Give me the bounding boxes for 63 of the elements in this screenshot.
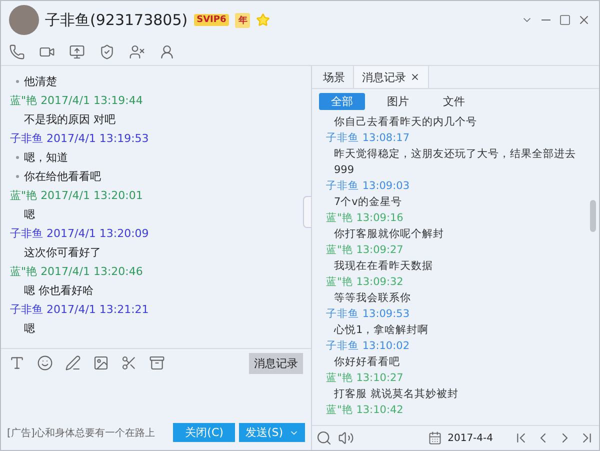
font-icon[interactable]: [9, 355, 25, 371]
message-header: 蓝"艳 13:09:32: [326, 275, 404, 290]
message-header: 子非鱼 2017/4/1 13:21:21: [10, 302, 150, 318]
collapse-handle[interactable]: [303, 196, 311, 228]
message-text: 昨天觉得稳定，这朋友还玩了大号，结果全部进去999: [333, 147, 577, 178]
message-header: 蓝"艳 13:09:27: [326, 243, 404, 258]
message-header: 子非鱼 13:08:17: [326, 131, 411, 146]
message-text: 我现在在看昨天数据: [333, 259, 434, 274]
scrollbar-thumb[interactable]: [590, 200, 596, 232]
scissors-icon[interactable]: [121, 355, 137, 371]
message-text: 7个v的金星号: [333, 195, 403, 210]
message-text: 你自己去看看昨天的内几个号: [333, 115, 478, 130]
message-text: 你打客服就你呢个解封: [333, 227, 445, 242]
message-text: 这次你可看好了: [23, 245, 102, 261]
archive-icon[interactable]: [149, 355, 165, 371]
user-block-icon[interactable]: [129, 44, 145, 60]
pen-icon[interactable]: [65, 355, 81, 371]
message-header: 子非鱼 2017/4/1 13:20:09: [10, 226, 150, 242]
date-text: 2017-4-4: [448, 432, 493, 444]
message-header: 子非鱼 13:09:03: [326, 179, 411, 194]
message-text: 嗯: [23, 207, 36, 223]
message-text: 打客服 就说莫名其妙被封: [333, 387, 460, 402]
message-text: 你在给他看看吧: [10, 167, 297, 186]
close-icon[interactable]: [410, 72, 420, 82]
message-header: 蓝"艳 2017/4/1 13:20:46: [10, 264, 144, 280]
message-header: 蓝"艳 13:10:27: [326, 371, 404, 386]
close-icon[interactable]: [577, 13, 591, 27]
phone-icon[interactable]: [9, 44, 25, 60]
message-text: 嗯: [23, 321, 36, 337]
message-text: 心悦1，拿啥解封啊: [332, 323, 430, 338]
message-text: 不是我的原因 对吧: [23, 112, 116, 128]
badge: 年: [235, 12, 250, 28]
message-header: 子非鱼 13:09:53: [326, 307, 411, 322]
tab[interactable]: 消息记录: [354, 66, 429, 88]
filter-tab[interactable]: 全部: [319, 93, 365, 110]
star-icon: [256, 13, 270, 27]
message-text: 你好好看看吧: [333, 355, 401, 370]
maximize-icon[interactable]: [559, 14, 571, 26]
message-header: 子非鱼 13:10:02: [326, 339, 411, 354]
filter-tab[interactable]: 图片: [375, 93, 421, 110]
message-header: 子非鱼 2017/4/1 13:19:53: [10, 131, 150, 147]
message-header: 蓝"艳 2017/4/1 13:19:44: [10, 93, 144, 109]
message-text: 等等我会联系你: [333, 291, 412, 306]
image-icon[interactable]: [93, 355, 109, 371]
speaker-icon[interactable]: [338, 430, 354, 446]
shield-icon[interactable]: [99, 44, 115, 60]
calendar-icon[interactable]: [428, 431, 442, 445]
message-header: 蓝"艳 13:09:16: [326, 211, 404, 226]
search-icon[interactable]: [316, 430, 332, 446]
message-text: 嗯，知道: [10, 148, 297, 167]
message-text: 他清楚: [10, 72, 297, 91]
user-icon[interactable]: [159, 44, 175, 60]
message-text: 嗯 你也看好哈: [23, 283, 94, 299]
avatar: [9, 5, 39, 35]
window-title: 子非鱼(923173805): [45, 10, 188, 30]
filter-tab[interactable]: 文件: [431, 93, 477, 110]
message-header: 蓝"艳 2017/4/1 13:20:01: [10, 188, 144, 204]
screen-share-icon[interactable]: [69, 44, 85, 60]
ad-text: [广告]心和身体总要有一个在路上: [7, 426, 155, 440]
message-header: 蓝"艳 13:10:42: [326, 403, 404, 418]
emoji-icon[interactable]: [37, 355, 53, 371]
history-button[interactable]: 消息记录: [249, 352, 303, 374]
badge: SVIP6: [194, 14, 230, 26]
